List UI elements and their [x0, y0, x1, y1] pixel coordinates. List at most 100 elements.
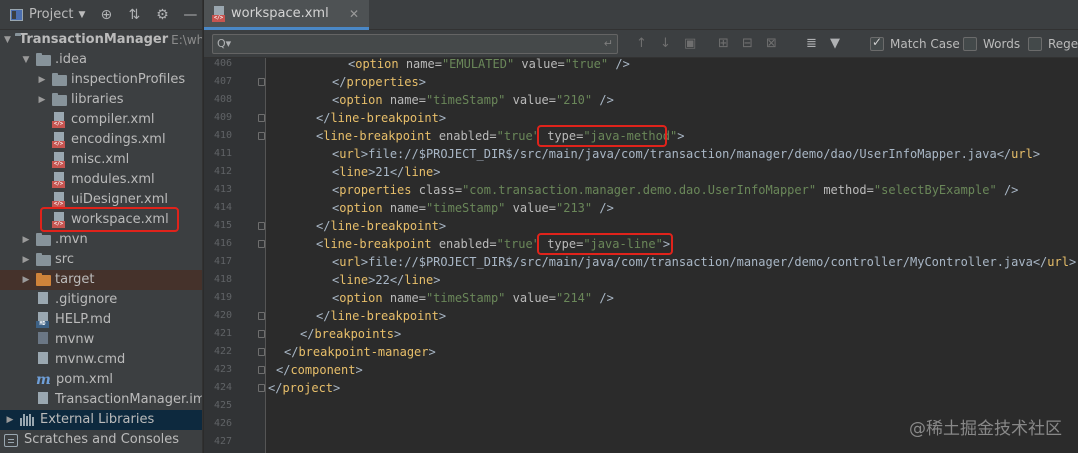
chevron-right-icon[interactable]: ▶	[36, 90, 48, 110]
code-token: value=	[512, 291, 556, 305]
tree-item[interactable]: .gitignore	[0, 290, 202, 310]
add-occurrence-icon[interactable]: ⊞	[718, 36, 729, 51]
fold-marker-icon[interactable]	[258, 384, 265, 392]
line-number: 427	[213, 436, 232, 447]
folder-icon	[36, 52, 51, 66]
tree-item[interactable]: mvnw.cmd	[0, 350, 202, 370]
fold-marker-icon[interactable]	[258, 240, 265, 248]
fold-marker-icon[interactable]	[258, 78, 265, 86]
tree-item[interactable]: mvnw	[0, 330, 202, 350]
code-token: "210"	[556, 93, 600, 107]
tree-item[interactable]: ▶ target	[0, 270, 202, 290]
filter-lines-icon[interactable]: ≣	[806, 36, 817, 51]
folder-icon	[52, 72, 67, 86]
tree-item-label: .mvn	[55, 232, 88, 247]
fold-marker-icon[interactable]	[258, 114, 265, 122]
tree-item[interactable]: </> uiDesigner.xml	[0, 190, 202, 210]
gear-icon[interactable]: ⚙	[155, 7, 169, 23]
code-token: >	[438, 309, 447, 323]
code-line: <url>file://$PROJECT_DIR$/src/main/java/…	[332, 253, 1076, 271]
tree-item[interactable]: Scratches and Consoles	[0, 430, 202, 450]
project-path: E:\wh	[171, 33, 203, 47]
search-field[interactable]: Q▾ ↵	[212, 34, 618, 54]
fold-marker-icon[interactable]	[258, 348, 265, 356]
tree-item[interactable]: TransactionManager.iml	[0, 390, 202, 410]
tree-item[interactable]: </> compiler.xml	[0, 110, 202, 130]
collapse-all-icon[interactable]: ⇅	[127, 7, 141, 23]
next-occurrence-icon[interactable]: ↓	[660, 36, 671, 51]
code-token: </	[332, 75, 347, 89]
line-number-gutter: 406 407 408 409 410 411 412 413 414 415 416 417 418 4…	[204, 58, 266, 453]
tree-item-label: mvnw.cmd	[55, 352, 126, 367]
code-token: >	[1068, 255, 1077, 269]
fold-marker-icon[interactable]	[258, 312, 265, 320]
code-token: >	[438, 219, 447, 233]
chevron-down-icon[interactable]: ▼	[20, 50, 32, 70]
tree-item[interactable]: </> workspace.xml	[0, 210, 202, 230]
tree-item[interactable]: ▼ TransactionManager E:\wh	[0, 30, 202, 50]
close-icon[interactable]: ✕	[349, 7, 359, 21]
code-token: >	[428, 345, 436, 359]
tree-item-label: .idea	[55, 52, 87, 67]
regex-checkbox[interactable]	[1028, 37, 1042, 51]
hide-panel-icon[interactable]: —	[183, 7, 197, 23]
code-token: file://$PROJECT_DIR$/src/main/java/com/t…	[368, 147, 997, 161]
fold-marker-icon[interactable]	[258, 366, 265, 374]
code-token: "true"	[564, 57, 616, 71]
code-token: "true"	[496, 237, 548, 251]
tree-item[interactable]: ▶ External Libraries	[0, 410, 202, 430]
search-input[interactable]	[241, 36, 581, 52]
tree-item[interactable]: ▶ inspectionProfiles	[0, 70, 202, 90]
code-token: line-breakpoint	[323, 129, 439, 143]
fold-marker-icon[interactable]	[258, 222, 265, 230]
code-token: >	[438, 111, 447, 125]
tree-item[interactable]: ▶ libraries	[0, 90, 202, 110]
tree-item[interactable]: MD HELP.md	[0, 310, 202, 330]
tree-item[interactable]: </> encodings.xml	[0, 130, 202, 150]
line-number: 412	[213, 166, 232, 177]
project-view-selector[interactable]: Project	[29, 7, 73, 22]
code-token: "timeStamp"	[425, 291, 513, 305]
tree-item-label: mvnw	[55, 332, 95, 347]
fold-marker-icon[interactable]	[258, 132, 265, 140]
code-token: </	[300, 327, 315, 341]
line-number: 417	[213, 256, 232, 267]
fold-marker-icon[interactable]	[258, 330, 265, 338]
code-editor[interactable]: 406 407 408 409 410 411 412 413 414 415 416 417 418 4…	[204, 57, 1078, 453]
remove-occurrence-icon[interactable]: ⊟	[742, 36, 753, 51]
chevron-right-icon[interactable]: ▶	[4, 410, 16, 430]
code-token: </	[316, 309, 331, 323]
code-token: type=	[547, 129, 584, 143]
code-token: "214"	[556, 291, 600, 305]
search-icon[interactable]: Q▾	[217, 37, 231, 50]
find-bar: Q▾ ↵ ↑ ↓ ▣ ⊞ ⊟ ⊠ ≣ ▼ Match Case Words Re…	[204, 30, 1078, 58]
chevron-down-icon[interactable]: ▼	[78, 10, 85, 20]
code-token: </	[268, 381, 283, 395]
locate-file-icon[interactable]: ⊕	[99, 7, 113, 23]
xml-file-icon: </>	[52, 172, 66, 188]
select-all-occurrences-icon[interactable]: ⊠	[766, 36, 777, 51]
tree-item[interactable]: m pom.xml	[0, 370, 202, 390]
tree-item[interactable]: ▶ src	[0, 250, 202, 270]
tree-item[interactable]: ▶ .mvn	[0, 230, 202, 250]
previous-occurrence-icon[interactable]: ↑	[636, 36, 647, 51]
tree-item[interactable]: </> modules.xml	[0, 170, 202, 190]
filter-icon[interactable]: ▼	[830, 36, 840, 51]
chevron-right-icon[interactable]: ▶	[20, 270, 32, 290]
line-number: 416	[213, 238, 232, 249]
tree-item-label: .gitignore	[55, 292, 118, 307]
find-all-icon[interactable]: ▣	[684, 36, 696, 51]
chevron-right-icon[interactable]: ▶	[36, 70, 48, 90]
chevron-down-icon[interactable]: ▼	[4, 30, 11, 50]
words-checkbox[interactable]	[963, 37, 977, 51]
chevron-right-icon[interactable]: ▶	[20, 250, 32, 270]
match-case-checkbox[interactable]	[870, 35, 884, 51]
tab-workspace-xml[interactable]: </> workspace.xml ✕	[204, 0, 369, 30]
tree-item[interactable]: ▼ .idea	[0, 50, 202, 70]
line-number: 408	[213, 94, 232, 105]
code-line: </breakpoints>	[300, 325, 401, 343]
tree-item[interactable]: </> misc.xml	[0, 150, 202, 170]
code-token: "EMULATED"	[441, 57, 522, 71]
chevron-right-icon[interactable]: ▶	[20, 230, 32, 250]
newline-icon[interactable]: ↵	[604, 37, 613, 50]
